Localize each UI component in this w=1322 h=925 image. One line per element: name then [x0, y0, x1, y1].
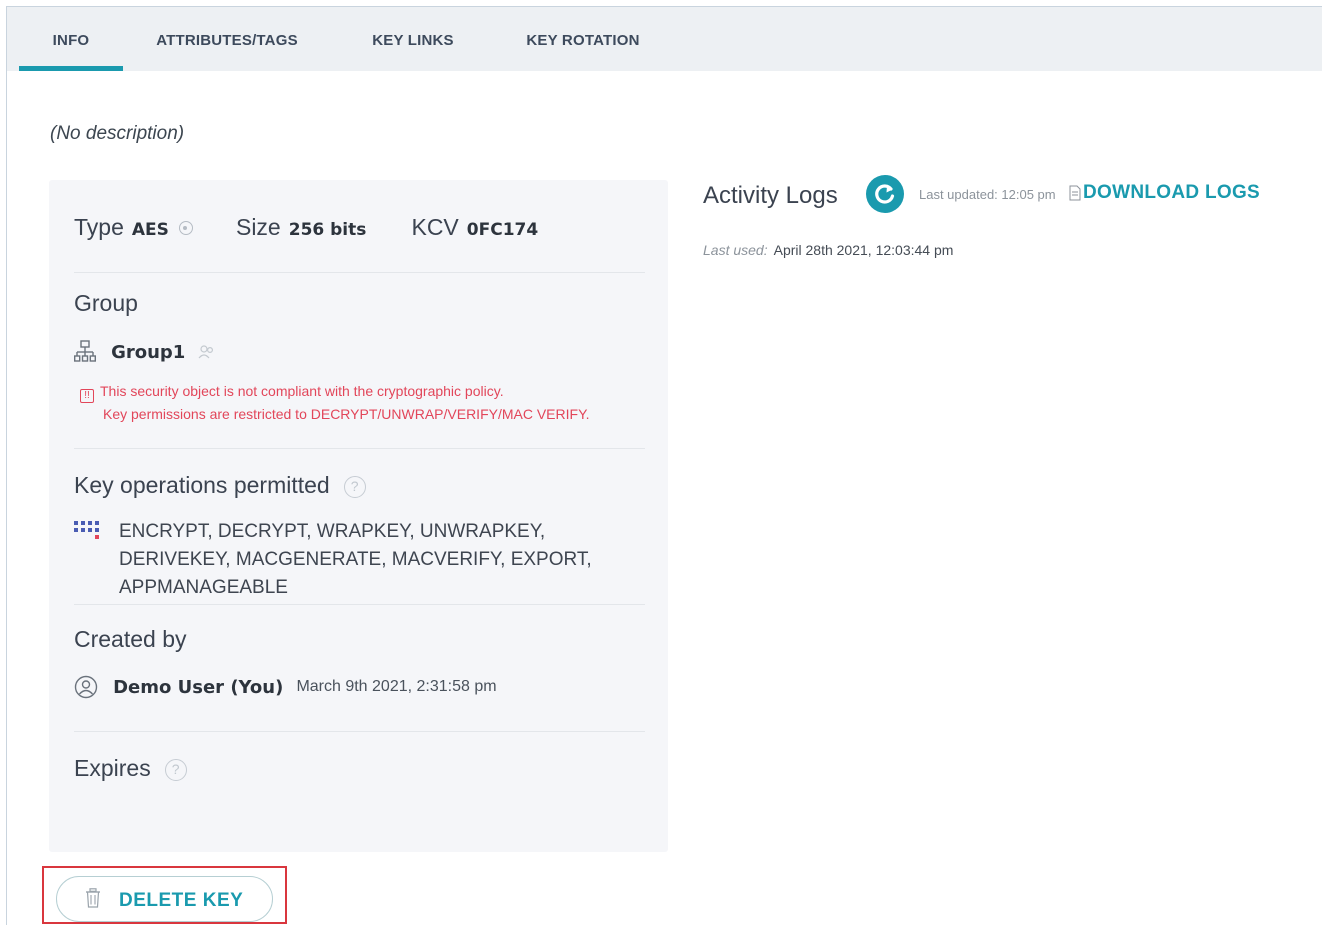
- kcv-value: 0FC174: [466, 220, 539, 240]
- size-value: 256 bits: [288, 220, 367, 240]
- refresh-button[interactable]: [866, 175, 904, 213]
- help-icon[interactable]: ?: [343, 476, 366, 498]
- delete-key-label: DELETE KEY: [119, 890, 244, 911]
- document-icon: [1069, 185, 1081, 201]
- help-icon[interactable]: ?: [164, 759, 187, 781]
- refresh-icon: [875, 184, 895, 204]
- group-row: Group1: [74, 340, 216, 364]
- last-used-row: Last used: April 28th 2021, 12:03:44 pm: [703, 242, 953, 258]
- last-used-label: Last used:: [703, 242, 768, 258]
- delete-key-button[interactable]: DELETE KEY: [56, 876, 273, 922]
- group-title: Group: [74, 290, 138, 316]
- type-info-icon[interactable]: [178, 221, 193, 235]
- creator-row: Demo User (You) March 9th 2021, 2:31:58 …: [74, 675, 497, 699]
- expires-title: Expires?: [74, 755, 187, 782]
- last-updated-text: Last updated: 12:05 pm: [919, 187, 1056, 202]
- key-operations-label: Key operations permitted: [74, 472, 330, 498]
- warning-line-2: Key permissions are restricted to DECRYP…: [103, 406, 590, 422]
- active-tab-indicator: [19, 66, 123, 71]
- tab-bar: INFO ATTRIBUTES/TAGS KEY LINKS KEY ROTAT…: [7, 7, 1322, 71]
- tab-key-rotation[interactable]: KEY ROTATION: [509, 7, 657, 71]
- operations-list: ENCRYPT, DECRYPT, WRAPKEY, UNWRAPKEY, DE…: [119, 521, 592, 598]
- key-info-card: Type AES Size 256 bits KCV 0FC174 Group Gro…: [49, 180, 668, 852]
- type-value: AES: [131, 220, 169, 240]
- group-hierarchy-icon: [74, 340, 96, 362]
- download-logs-button[interactable]: DOWNLOAD LOGS: [1083, 182, 1260, 204]
- group-name-link[interactable]: Group1: [111, 342, 185, 363]
- key-attributes-row: Type AES Size 256 bits KCV 0FC174: [74, 214, 538, 244]
- divider: [74, 448, 645, 449]
- creation-date: March 9th 2021, 2:31:58 pm: [296, 678, 497, 695]
- expires-label: Expires: [74, 755, 151, 781]
- warning-line-1: This security object is not compliant wi…: [100, 383, 504, 399]
- warning-icon: !!: [80, 389, 94, 403]
- users-icon: [198, 345, 214, 359]
- created-by-title: Created by: [74, 626, 187, 652]
- divider: [74, 272, 645, 273]
- tab-attributes-tags[interactable]: ATTRIBUTES/TAGS: [139, 7, 315, 71]
- last-used-value: April 28th 2021, 12:03:44 pm: [773, 242, 954, 258]
- trash-icon: [86, 888, 100, 908]
- kcv-label: KCV: [411, 214, 459, 240]
- divider: [74, 604, 645, 605]
- operations-grid-icon: [74, 521, 99, 539]
- creator-name-link[interactable]: Demo User (You): [113, 677, 283, 698]
- key-operations-title: Key operations permitted?: [74, 472, 366, 499]
- tab-key-links[interactable]: KEY LINKS: [357, 7, 469, 71]
- activity-logs-title: Activity Logs: [703, 182, 838, 209]
- activity-logs-header: Activity Logs Last updated: 12:05 pm DOW…: [703, 172, 1303, 222]
- size-label: Size: [235, 214, 281, 240]
- user-avatar-icon: [74, 675, 98, 699]
- divider: [74, 731, 645, 732]
- policy-warning: !! This security object is not compliant …: [80, 380, 590, 425]
- type-label: Type: [74, 214, 124, 240]
- key-description: (No description): [50, 123, 185, 144]
- tab-info[interactable]: INFO: [19, 7, 123, 71]
